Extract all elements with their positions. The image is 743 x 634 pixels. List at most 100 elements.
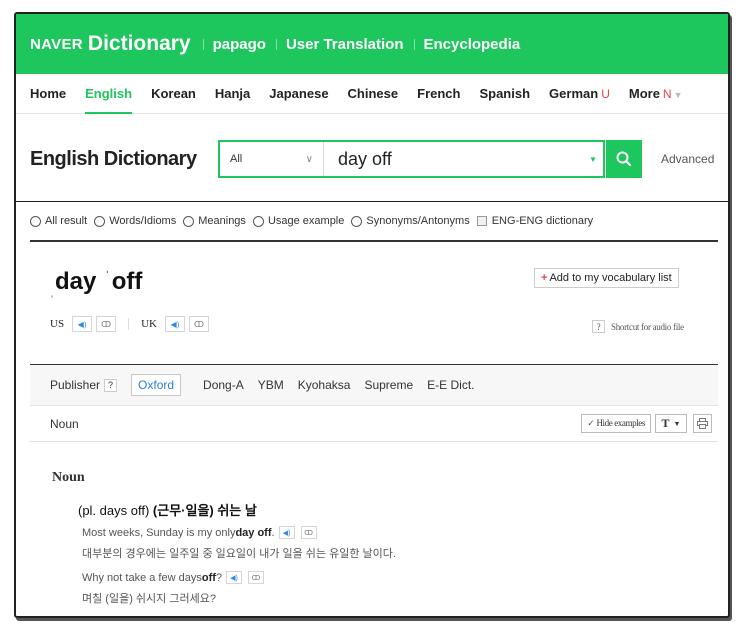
headword-part: off [111,268,143,295]
nav-label: Spanish [479,85,531,101]
example-sentence: Why not take a few days off? ◀) ↀ [82,571,266,584]
chevron-down-icon: ∨ [305,153,313,165]
page-frame: NAVER Dictionary papago User Translation… [14,12,730,618]
pron-us-label: US [50,318,65,330]
definition-meaning: (pl. days off) (근무·일을) 쉬는 날 [78,500,257,519]
search-box: All ∨ ▼ [218,140,605,178]
tab-supreme[interactable]: Supreme [364,378,413,392]
divider [128,318,130,330]
nav-label: English [85,85,133,101]
filter-usage-example[interactable]: Usage example [252,215,344,227]
nav-hanja[interactable]: Hanja [215,74,250,114]
add-to-vocabulary-button[interactable]: + Add to my vocabulary list [534,268,679,288]
search-area: English Dictionary All ∨ ▼ Advanced [16,114,728,202]
example-text: . [271,526,275,539]
nav-chinese[interactable]: Chinese [348,74,399,114]
search-filter-select[interactable]: All ∨ [220,142,324,176]
filter-label: All result [45,215,88,227]
radio-icon [351,215,363,227]
nav-more[interactable]: More N ▼ [629,74,683,114]
nav-label: More [628,85,660,101]
tab-kyohaksa[interactable]: Kyohaksa [298,378,351,392]
text-size-label: T [661,416,670,430]
encyclopedia-link[interactable]: Encyclopedia [413,36,531,53]
speaker-icon[interactable]: ◀) [72,316,93,332]
tab-e-e-dict[interactable]: E-E Dict. [427,378,474,392]
example-highlight: day off [235,526,272,539]
repeat-icon[interactable]: ↀ [96,316,117,332]
top-header: NAVER Dictionary papago User Translation… [16,14,728,74]
filter-words-idioms[interactable]: Words/Idioms [94,215,176,227]
nav-german[interactable]: German U [549,74,610,114]
example-translation: 대부분의 경우에는 일주일 중 일요일이 내가 일을 쉬는 유일한 날이다. [82,548,396,560]
speaker-icon[interactable]: ◀) [226,571,243,584]
nav-home[interactable]: Home [30,74,66,114]
repeat-icon[interactable]: ↀ [300,526,317,539]
speaker-icon[interactable]: ◀) [164,316,185,332]
print-icon [697,418,708,429]
hide-examples-label: Hide examples [596,418,645,428]
chevron-down-icon: ▼ [673,419,681,428]
stress-mark: ˌ [50,284,54,298]
nav-label: Japanese [269,85,329,101]
filter-label: Meanings [198,215,246,227]
example-sentence: Most weeks, Sunday is my only day off. ◀… [82,526,319,539]
publisher-tabs: Publisher ? Oxford Dong-A YBM Kyohaksa S… [30,364,718,406]
new-badge: N [662,86,672,101]
example-translation: 며칠 (일을) 쉬시지 그러세요? [82,593,216,605]
plus-icon: + [541,272,548,284]
text-size-button[interactable]: T ▼ [655,414,687,433]
part-of-speech-bar: Noun ✓ Hide examples T ▼ [30,406,718,442]
user-translation-link[interactable]: User Translation [275,36,414,53]
tab-dong-a[interactable]: Dong-A [203,378,244,392]
radio-icon [94,215,106,227]
dictionary-logo[interactable]: Dictionary [88,32,191,56]
update-badge: U [601,86,610,101]
language-nav: Home English Korean Hanja Japanese Chine… [16,74,728,114]
filter-all-result[interactable]: All result [30,215,87,227]
filter-meanings[interactable]: Meanings [183,215,246,227]
example-highlight: off [201,571,216,584]
advanced-search-link[interactable]: Advanced [661,152,714,166]
speaker-icon[interactable]: ◀) [278,526,295,539]
filter-label: Words/Idioms [109,215,177,227]
view-tools: ✓ Hide examples T ▼ [581,414,712,433]
filter-label: Synonyms/Antonyms [366,215,470,227]
audio-shortcut[interactable]: ? Shortcut for audio file [592,320,684,333]
nav-label: Korean [151,85,196,101]
filter-synonyms-antonyms[interactable]: Synonyms/Antonyms [351,215,470,227]
repeat-icon[interactable]: ↀ [188,316,209,332]
print-button[interactable] [693,414,712,433]
nav-french[interactable]: French [417,74,460,114]
naver-logo[interactable]: NAVER [30,36,83,53]
add-vocab-label: Add to my vocabulary list [549,272,672,284]
nav-label: Home [30,85,67,101]
pronunciation-row: US ◀) ↀ UK ◀) ↀ [50,316,213,332]
nav-label: Hanja [214,85,251,101]
eng-eng-checkbox[interactable]: ENG-ENG dictionary [476,215,593,227]
papago-link[interactable]: papago [202,36,276,53]
pron-uk-label: UK [141,318,157,330]
chevron-down-icon: ▼ [673,89,683,100]
search-input[interactable] [324,142,583,176]
nav-japanese[interactable]: Japanese [269,74,328,114]
nav-korean[interactable]: Korean [151,74,196,114]
example-text: ? [215,571,223,584]
pos-heading: Noun [52,470,85,485]
check-icon: ✓ [587,418,595,428]
nav-spanish[interactable]: Spanish [479,74,530,114]
tab-ybm[interactable]: YBM [258,378,284,392]
radio-icon [183,215,195,227]
search-button[interactable] [606,140,642,178]
radio-icon [252,215,264,227]
nav-english[interactable]: English [85,74,132,114]
help-icon: ? [592,320,605,333]
autocomplete-toggle-icon[interactable]: ▼ [583,155,603,164]
search-icon [616,151,632,167]
repeat-icon[interactable]: ↀ [248,571,265,584]
pos-nav-noun[interactable]: Noun [50,417,79,431]
tab-oxford[interactable]: Oxford [131,374,182,396]
hide-examples-button[interactable]: ✓ Hide examples [581,414,651,433]
help-icon[interactable]: ? [104,378,118,392]
shortcut-label: Shortcut for audio file [611,321,684,332]
